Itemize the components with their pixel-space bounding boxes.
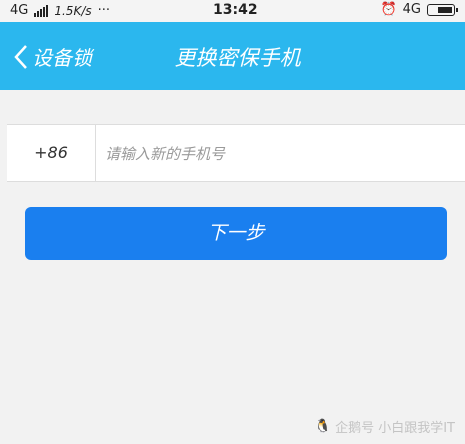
network-type: 4G: [10, 3, 29, 18]
network-type-right: 4G: [402, 2, 421, 17]
watermark-text: 企鹅号 小白跟我学IT: [335, 421, 455, 436]
page-title: 更换密保手机: [174, 46, 301, 70]
country-code[interactable]: +86: [7, 125, 96, 181]
phone-input[interactable]: [103, 125, 457, 183]
signal-icon: [34, 4, 49, 17]
watermark: 🐧 企鹅号 小白跟我学IT: [315, 417, 455, 436]
top-bar: 设备锁 更换密保手机: [0, 22, 465, 90]
battery-icon: [427, 3, 458, 16]
penguin-icon: 🐧: [314, 419, 332, 434]
network-speed: 1.5K/s: [54, 3, 92, 18]
more-dots: ···: [97, 3, 111, 18]
status-left: 4G 1.5K/s ···: [10, 3, 110, 18]
next-button[interactable]: 下一步: [25, 207, 447, 260]
alarm-icon: ⏰: [380, 2, 397, 17]
clock: 13:42: [213, 2, 258, 18]
status-right: ⏰ 4G: [380, 2, 458, 17]
phone-input-row: +86: [7, 124, 465, 183]
status-bar: 4G 1.5K/s ··· 13:42 ⏰ 4G: [0, 0, 465, 22]
